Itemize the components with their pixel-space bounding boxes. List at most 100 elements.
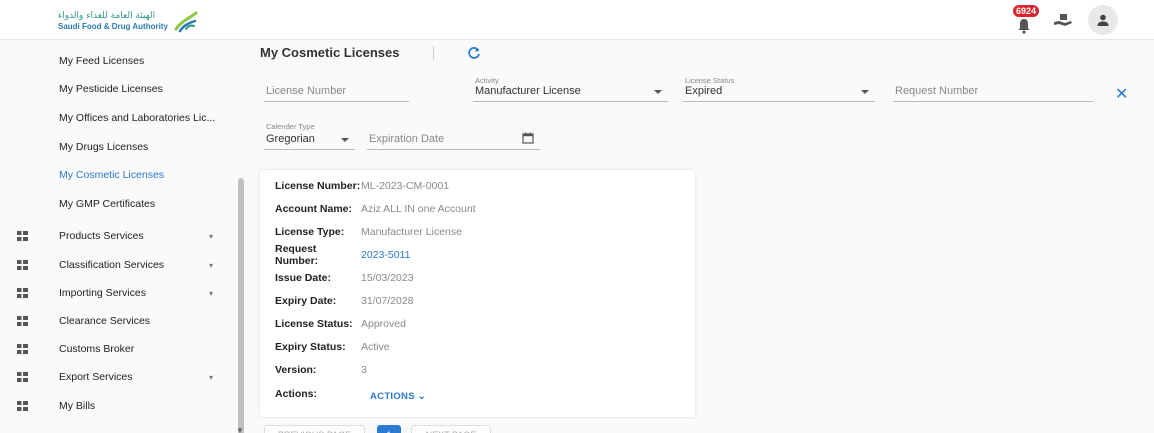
license-number-placeholder: License Number bbox=[266, 85, 347, 97]
actions-row: Actions: bbox=[275, 383, 361, 405]
detail-key: Account Name: bbox=[275, 203, 353, 215]
license-status-value: Expired bbox=[685, 85, 723, 97]
sidebar-item-importing-services[interactable]: Importing Services ▾ bbox=[0, 279, 232, 307]
app-root: الهيئة العامة للغذاء والدواء Saudi Food … bbox=[0, 0, 1154, 433]
sidebar-item-classification-services[interactable]: Classification Services ▾ bbox=[0, 251, 232, 279]
grid-icon bbox=[17, 260, 28, 270]
detail-row: Request Number: 2023-5011 bbox=[275, 243, 410, 267]
sidebar-item-label: Classification Services bbox=[59, 259, 165, 271]
notification-bell-icon bbox=[1018, 19, 1030, 34]
calendar-type-select[interactable]: Calender Type Gregorian bbox=[264, 122, 355, 150]
detail-value: 15/03/2023 bbox=[361, 272, 414, 284]
detail-value: Active bbox=[361, 341, 390, 353]
detail-value: 31/07/2028 bbox=[361, 295, 414, 307]
actions-key: Actions: bbox=[275, 388, 317, 400]
sidebar-item-my-bills[interactable]: My Bills bbox=[0, 392, 232, 420]
previous-page-button[interactable]: PREVIOUS PAGE bbox=[264, 425, 365, 433]
detail-key: License Number: bbox=[275, 180, 361, 192]
sidebar-item-label: My Cosmetic Licenses bbox=[59, 169, 165, 181]
grid-icon bbox=[17, 288, 28, 298]
sidebar-item-my-offices-and-laboratories-lic[interactable]: My Offices and Laboratories Lic... bbox=[0, 104, 232, 132]
request-number-link[interactable]: 2023-5011 bbox=[361, 249, 410, 261]
detail-row: Issue Date: 15/03/2023 bbox=[275, 267, 414, 289]
logo-text: الهيئة العامة للغذاء والدواء Saudi Food … bbox=[58, 10, 168, 31]
activity-label: Activity bbox=[475, 76, 499, 85]
detail-key: Issue Date: bbox=[275, 272, 332, 284]
detail-value: Aziz ALL IN one Account bbox=[361, 203, 476, 215]
sidebar-item-my-pesticide-licenses[interactable]: My Pesticide Licenses bbox=[0, 75, 232, 103]
calendar-type-value: Gregorian bbox=[266, 133, 315, 145]
sidebar-item-my-drugs-licenses[interactable]: My Drugs Licenses bbox=[0, 133, 232, 161]
notification-count-badge: 6924 bbox=[1012, 4, 1041, 18]
logo-arabic-text: الهيئة العامة للغذاء والدواء bbox=[58, 10, 156, 21]
chevron-down-icon: ▾ bbox=[209, 232, 214, 241]
detail-row: Expiry Status: Active bbox=[275, 336, 390, 358]
request-number-placeholder: Request Number bbox=[895, 85, 979, 97]
calendar-icon[interactable] bbox=[522, 132, 534, 144]
page-number-button[interactable]: 1 bbox=[377, 425, 401, 433]
sidebar-item-label: Customs Broker bbox=[59, 343, 135, 355]
main-content: My Cosmetic Licenses License Number Acti… bbox=[247, 40, 1154, 433]
sidebar-nav: My Feed Licenses My Pesticide Licenses My … bbox=[0, 40, 247, 433]
top-header: الهيئة العامة للغذاء والدواء Saudi Food … bbox=[0, 0, 1154, 40]
request-number-input[interactable]: Request Number bbox=[893, 78, 1093, 102]
detail-key: Expiry Date: bbox=[275, 295, 337, 307]
detail-row: License Type: Manufacturer License bbox=[275, 221, 462, 243]
detail-row: Expiry Date: 31/07/2028 bbox=[275, 290, 414, 312]
chevron-down-icon bbox=[861, 90, 869, 94]
next-page-button[interactable]: NEXT PAGE bbox=[411, 425, 491, 433]
sidebar-item-export-services[interactable]: Export Services ▾ bbox=[0, 363, 232, 391]
detail-row: Account Name: Aziz ALL IN one Account bbox=[275, 198, 476, 220]
sidebar-item-label: My Drugs Licenses bbox=[59, 141, 149, 153]
detail-value: 3 bbox=[361, 364, 367, 376]
license-status-select[interactable]: License Status Expired bbox=[683, 76, 875, 102]
clear-filters-icon[interactable]: ✕ bbox=[1115, 84, 1128, 104]
header-actions: 6924 bbox=[1010, 4, 1118, 35]
activity-select[interactable]: Activity Manufacturer License bbox=[473, 76, 668, 102]
detail-row: License Status: Approved bbox=[275, 313, 406, 335]
sidebar-item-label: Importing Services bbox=[59, 287, 146, 299]
license-status-label: License Status bbox=[685, 76, 735, 85]
sidebar-item-customs-broker[interactable]: Customs Broker bbox=[0, 335, 232, 363]
logo-english-text: Saudi Food & Drug Authority bbox=[58, 21, 168, 31]
detail-key: Request Number: bbox=[275, 243, 319, 267]
detail-key: License Status: bbox=[275, 318, 353, 330]
title-divider bbox=[433, 46, 434, 60]
actions-dropdown-button[interactable]: ACTIONS ⌄ bbox=[370, 391, 426, 402]
grid-icon bbox=[17, 401, 28, 411]
grid-icon bbox=[17, 316, 28, 326]
sidebar-item-label: Products Services bbox=[59, 230, 144, 242]
refresh-icon[interactable] bbox=[467, 46, 481, 60]
license-number-input[interactable]: License Number bbox=[264, 78, 409, 102]
sidebar-item-label: My Pesticide Licenses bbox=[59, 83, 163, 95]
sidebar-item-my-gmp-certificates[interactable]: My GMP Certificates bbox=[0, 190, 232, 218]
user-avatar-button[interactable] bbox=[1088, 5, 1118, 35]
hand-package-icon bbox=[1054, 14, 1072, 26]
sidebar-item-label: Export Services bbox=[59, 371, 133, 383]
detail-row: License Number: ML-2023-CM-0001 bbox=[275, 175, 449, 197]
expiration-date-placeholder: Expiration Date bbox=[369, 133, 445, 145]
sidebar-item-my-feed-licenses[interactable]: My Feed Licenses bbox=[0, 47, 232, 75]
chevron-down-icon bbox=[341, 138, 349, 142]
chevron-down-icon: ▾ bbox=[209, 373, 214, 382]
detail-value: Manufacturer License bbox=[361, 226, 462, 238]
detail-value: Approved bbox=[361, 318, 406, 330]
detail-value: ML-2023-CM-0001 bbox=[361, 180, 450, 192]
scroll-down-arrow-icon[interactable]: ▼ bbox=[236, 426, 244, 433]
notifications-button[interactable]: 6924 bbox=[1010, 4, 1041, 34]
sidebar-scrollbar[interactable] bbox=[238, 178, 244, 433]
sidebar-item-clearance-services[interactable]: Clearance Services bbox=[0, 307, 232, 335]
grid-icon bbox=[17, 372, 28, 382]
sidebar-item-my-cosmetic-licenses[interactable]: My Cosmetic Licenses bbox=[0, 161, 232, 189]
user-icon bbox=[1097, 14, 1109, 26]
sfda-logo[interactable]: الهيئة العامة للغذاء والدواء Saudi Food … bbox=[58, 8, 198, 34]
expiration-date-input[interactable]: Expiration Date bbox=[367, 126, 540, 150]
sidebar-item-label: My GMP Certificates bbox=[59, 198, 156, 210]
chevron-down-icon: ▾ bbox=[209, 289, 214, 298]
sidebar-item-products-services[interactable]: Products Services ▾ bbox=[0, 222, 232, 250]
package-button[interactable] bbox=[1050, 7, 1076, 33]
chevron-down-icon: ▾ bbox=[209, 261, 214, 270]
sidebar-item-label: My Feed Licenses bbox=[59, 55, 145, 67]
detail-row: Version: 3 bbox=[275, 359, 367, 381]
sidebar-item-label: Clearance Services bbox=[59, 315, 151, 327]
